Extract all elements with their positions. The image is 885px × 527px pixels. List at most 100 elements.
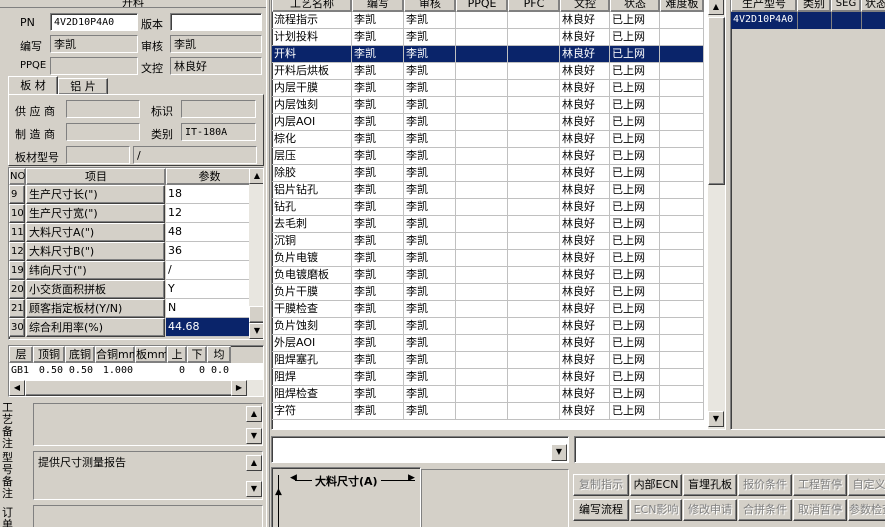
param-row[interactable]: 9 生产尺寸长(") 18	[9, 185, 253, 204]
param-row[interactable]: 12 大料尺寸B(") 36	[9, 242, 253, 261]
process-row[interactable]: 干膜检查 李凯 李凯 林良好 已上网	[272, 301, 704, 318]
process-row[interactable]: 去毛刺 李凯 李凯 林良好 已上网	[272, 216, 704, 233]
maker-field[interactable]	[66, 123, 140, 141]
product-row[interactable]: 4V2D10P4A0	[731, 12, 885, 29]
scroll-up-icon[interactable]: ▲	[249, 168, 263, 184]
process-row[interactable]: 负电镀磨板 李凯 李凯 林良好 已上网	[272, 267, 704, 284]
scroll-up-icon[interactable]: ▲	[246, 455, 262, 471]
param-value[interactable]: N	[166, 299, 253, 318]
process-col-header[interactable]: 难度板	[660, 0, 704, 12]
process-row[interactable]: 钻孔 李凯 李凯 林良好 已上网	[272, 199, 704, 216]
process-col-header[interactable]: PPQE	[456, 0, 508, 12]
process-col-header[interactable]: 工艺名称	[272, 0, 352, 12]
action-button-row2-1[interactable]: ECN影响	[630, 499, 682, 521]
scroll-down-icon[interactable]: ▼	[246, 428, 262, 444]
order-field[interactable]	[33, 505, 263, 527]
scroll-right-icon[interactable]: ▶	[231, 380, 247, 396]
pn-field[interactable]: 4V2D10P4A0	[50, 13, 138, 31]
process-row[interactable]: 负片蚀刻 李凯 李凯 林良好 已上网	[272, 318, 704, 335]
scroll-left-icon[interactable]: ◀	[9, 380, 25, 396]
supplier-field[interactable]	[66, 100, 140, 118]
process-scrollbar[interactable]: ▲ ▼	[708, 0, 725, 429]
param-value[interactable]: /	[166, 261, 253, 280]
scroll-up-icon[interactable]: ▲	[246, 406, 262, 422]
process-row[interactable]: 内层AOI 李凯 李凯 林良好 已上网	[272, 114, 704, 131]
layer-cell[interactable]: GB1	[9, 365, 33, 376]
process-row[interactable]: 计划投料 李凯 李凯 林良好 已上网	[272, 29, 704, 46]
mark-field[interactable]	[181, 100, 256, 118]
tab-board-material[interactable]: 板 材	[8, 76, 58, 95]
scroll-down-icon[interactable]: ▼	[708, 411, 724, 427]
process-col-header[interactable]: 审核	[404, 0, 456, 12]
scroll-down-icon[interactable]: ▼	[246, 481, 262, 497]
process-remark-field[interactable]	[33, 403, 263, 446]
process-row[interactable]: 开料后烘板 李凯 李凯 林良好 已上网	[272, 63, 704, 80]
author-field[interactable]: 李凯	[50, 35, 138, 53]
action-button-row2-5[interactable]: 参数检查	[848, 499, 885, 521]
process-scroll-thumb[interactable]	[708, 17, 725, 185]
process-row[interactable]: 字符 李凯 李凯 林良好 已上网	[272, 403, 704, 420]
notes-field[interactable]	[574, 436, 885, 463]
layers-hscrollbar[interactable]: ◀ ▶	[9, 380, 263, 396]
layer-cell[interactable]: 0	[167, 365, 187, 376]
param-row[interactable]: 30 综合利用率(%) 44.68	[9, 318, 253, 337]
process-row[interactable]: 铝片钻孔 李凯 李凯 林良好 已上网	[272, 182, 704, 199]
layer-cell[interactable]: 1.000	[95, 365, 135, 376]
param-value[interactable]: 12	[166, 204, 253, 223]
ppqe-field[interactable]	[50, 57, 138, 75]
params-scrollbar[interactable]: ▲ ▼	[249, 168, 263, 339]
param-value[interactable]: 44.68	[166, 318, 253, 337]
process-col-header[interactable]: PFC	[508, 0, 560, 12]
process-col-header[interactable]: 状态	[610, 0, 660, 12]
process-row[interactable]: 除胶 李凯 李凯 林良好 已上网	[272, 165, 704, 182]
tab-aluminum-sheet[interactable]: 铝 片	[58, 78, 108, 95]
process-row[interactable]: 开料 李凯 李凯 林良好 已上网	[272, 46, 704, 63]
process-row[interactable]: 棕化 李凯 李凯 林良好 已上网	[272, 131, 704, 148]
board-model-field[interactable]	[66, 146, 130, 164]
board-model-field-2[interactable]: /	[133, 146, 257, 164]
process-row[interactable]: 阻焊检查 李凯 李凯 林良好 已上网	[272, 386, 704, 403]
process-row[interactable]: 外层AOI 李凯 李凯 林良好 已上网	[272, 335, 704, 352]
action-button-row1-5[interactable]: 自定义	[848, 474, 885, 496]
category-field[interactable]: IT-180A	[181, 123, 256, 141]
model-remark-field[interactable]: 提供尺寸测量报告	[33, 451, 263, 500]
action-button-row2-3[interactable]: 合拼条件	[738, 499, 792, 521]
params-scroll-thumb[interactable]	[249, 306, 263, 323]
process-row[interactable]: 阻焊 李凯 李凯 林良好 已上网	[272, 369, 704, 386]
version-field[interactable]	[170, 13, 262, 31]
layer-cell[interactable]: 0.0	[207, 365, 231, 376]
control-field[interactable]: 林良好	[170, 57, 262, 75]
layer-cell[interactable]: 0	[187, 365, 207, 376]
action-button-row1-2[interactable]: 盲埋孔板	[683, 474, 737, 496]
process-row[interactable]: 层压 李凯 李凯 林良好 已上网	[272, 148, 704, 165]
process-row[interactable]: 负片干膜 李凯 李凯 林良好 已上网	[272, 284, 704, 301]
scroll-down-icon[interactable]: ▼	[249, 323, 263, 339]
action-button-row1-3[interactable]: 报价条件	[738, 474, 792, 496]
process-col-header[interactable]: 文控	[560, 0, 610, 12]
chevron-down-icon[interactable]: ▼	[551, 444, 567, 461]
param-row[interactable]: 21 顾客指定板材(Y/N) N	[9, 299, 253, 318]
process-row[interactable]: 沉铜 李凯 李凯 林良好 已上网	[272, 233, 704, 250]
process-row[interactable]: 负片电镀 李凯 李凯 林良好 已上网	[272, 250, 704, 267]
action-button-row2-0[interactable]: 编写流程	[573, 499, 629, 521]
param-value[interactable]: 36	[166, 242, 253, 261]
process-row[interactable]: 内层蚀刻 李凯 李凯 林良好 已上网	[272, 97, 704, 114]
process-row[interactable]: 内层干膜 李凯 李凯 林良好 已上网	[272, 80, 704, 97]
action-button-row1-0[interactable]: 复制指示	[573, 474, 629, 496]
process-row[interactable]: 流程指示 李凯 李凯 林良好 已上网	[272, 12, 704, 29]
reviewer-field[interactable]: 李凯	[170, 35, 262, 53]
param-row[interactable]: 11 大料尺寸A(") 48	[9, 223, 253, 242]
param-row[interactable]: 20 小交货面积拼板 Y	[9, 280, 253, 299]
process-col-header[interactable]: 编写	[352, 0, 404, 12]
param-row[interactable]: 19 纬向尺寸(") /	[9, 261, 253, 280]
process-combo[interactable]: ▼	[271, 436, 569, 463]
action-button-row1-4[interactable]: 工程暂停	[793, 474, 847, 496]
param-value[interactable]: Y	[166, 280, 253, 299]
param-value[interactable]: 18	[166, 185, 253, 204]
layers-scroll-thumb[interactable]	[25, 380, 235, 396]
param-row[interactable]: 10 生产尺寸宽(") 12	[9, 204, 253, 223]
action-button-row2-4[interactable]: 取消暂停	[793, 499, 847, 521]
layer-cell[interactable]: 0.50	[65, 365, 95, 376]
layer-cell[interactable]: 0.50	[33, 365, 65, 376]
param-value[interactable]: 48	[166, 223, 253, 242]
